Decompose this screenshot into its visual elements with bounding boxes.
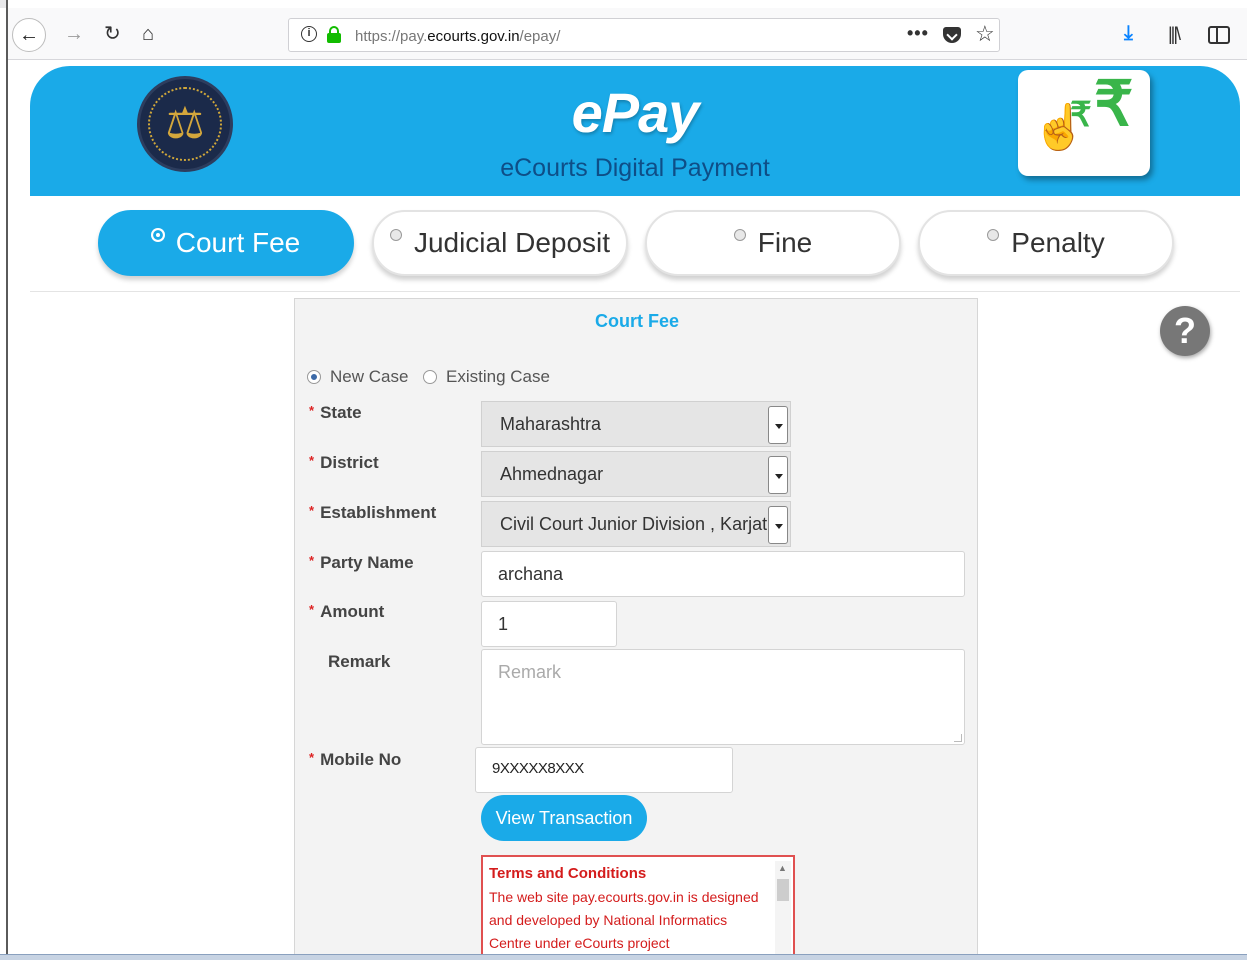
dropdown-caret-icon[interactable]	[768, 506, 788, 544]
tab-fine[interactable]: Fine	[645, 210, 901, 276]
radio-icon	[389, 229, 402, 241]
url-text[interactable]: https://pay.ecourts.gov.in/epay/	[355, 28, 560, 45]
court-fee-form: Court Fee New Case Existing Case * State …	[294, 298, 978, 960]
terms-scrollbar[interactable]: ▲ ▼	[775, 861, 791, 960]
radio-selected-icon	[307, 370, 321, 384]
terms-body: The web site pay.ecourts.gov.in is desig…	[489, 889, 759, 951]
radio-icon	[733, 229, 746, 241]
establishment-label: * Establishment	[309, 503, 437, 522]
district-label: * District	[309, 453, 379, 472]
tab-court-fee[interactable]: Court Fee	[98, 210, 354, 276]
page-actions-menu-icon[interactable]: •••	[907, 23, 929, 44]
os-taskbar	[0, 954, 1247, 960]
amount-label: * Amount	[309, 602, 385, 621]
radio-icon	[987, 229, 1000, 241]
amount-input[interactable]: 1	[481, 601, 617, 647]
home-icon[interactable]: ⌂	[142, 24, 154, 44]
scroll-up-icon[interactable]: ▲	[778, 863, 787, 873]
back-arrow-icon[interactable]: ←	[12, 18, 46, 52]
resize-handle-icon[interactable]	[954, 734, 962, 742]
mobile-input[interactable]: 9XXXXX8XXX	[475, 747, 733, 793]
establishment-select[interactable]: Civil Court Junior Division , Karjat	[481, 501, 791, 547]
terms-title: Terms and Conditions	[489, 865, 647, 882]
radio-unselected-icon	[423, 370, 437, 384]
info-icon[interactable]: i	[301, 26, 317, 42]
state-label: * State	[309, 403, 362, 422]
address-bar[interactable]: i https://pay.ecourts.gov.in/epay/ ••• ☆	[288, 18, 1000, 52]
payment-type-tabs: Court Fee Judicial Deposit Fine Penalty	[30, 196, 1240, 292]
party-name-label: * Party Name	[309, 553, 414, 572]
new-case-radio[interactable]: New Case	[307, 367, 408, 387]
terms-and-conditions-box[interactable]: Terms and Conditions The web site pay.ec…	[481, 855, 795, 960]
dropdown-caret-icon[interactable]	[768, 406, 788, 444]
pocket-icon[interactable]	[943, 27, 961, 43]
dropdown-caret-icon[interactable]	[768, 456, 788, 494]
form-title: Court Fee	[594, 311, 679, 331]
radio-icon	[151, 229, 164, 241]
download-icon[interactable]: ⤓	[1124, 22, 1133, 45]
remark-textarea[interactable]: Remark	[481, 649, 965, 745]
tab-judicial-deposit[interactable]: Judicial Deposit	[372, 210, 628, 276]
sidebar-icon[interactable]	[1208, 26, 1230, 44]
help-question-icon[interactable]: ?	[1160, 306, 1210, 356]
mobile-label: * Mobile No	[309, 750, 402, 769]
bookmark-star-icon[interactable]: ☆	[975, 21, 995, 47]
rupee-small-icon: ₹	[1070, 96, 1092, 134]
state-select[interactable]: Maharashtra	[481, 401, 791, 447]
library-icon[interactable]: |||\	[1168, 24, 1181, 45]
payment-logo: ☝ ₹ ₹	[1018, 70, 1150, 176]
tab-penalty[interactable]: Penalty	[918, 210, 1174, 276]
epay-header-banner: ⚖ ePay eCourts Digital Payment ☝ ₹ ₹	[30, 66, 1240, 196]
reload-icon[interactable]: ↻	[104, 24, 121, 44]
lock-icon	[327, 26, 341, 43]
browser-toolbar: ← → ↻ ⌂ i https://pay.ecourts.gov.in/epa…	[8, 8, 1247, 60]
party-name-input[interactable]: archana	[481, 551, 965, 597]
scroll-thumb[interactable]	[777, 879, 789, 901]
view-transaction-button[interactable]: View Transaction	[481, 795, 647, 841]
existing-case-radio[interactable]: Existing Case	[423, 367, 550, 387]
district-select[interactable]: Ahmednagar	[481, 451, 791, 497]
forward-arrow-icon[interactable]: →	[64, 24, 84, 44]
rupee-large-icon: ₹	[1094, 70, 1134, 139]
remark-label: Remark	[328, 652, 391, 671]
